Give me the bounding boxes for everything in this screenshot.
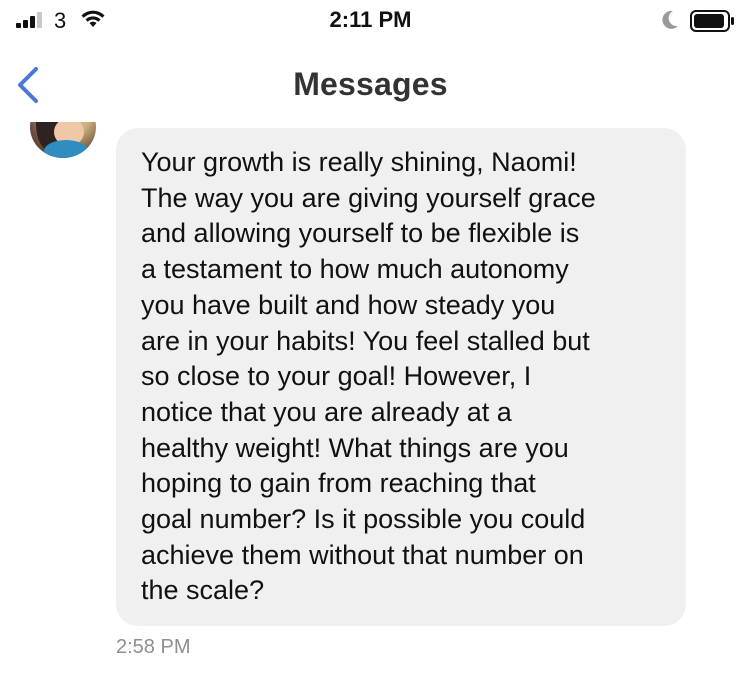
message-timestamp: 2:58 PM (116, 636, 191, 658)
page-title: Messages (293, 66, 448, 102)
avatar-shirt (44, 140, 88, 158)
moon-icon (662, 10, 678, 29)
status-bar: 3 2:11 PM (0, 0, 741, 42)
battery-icon (690, 10, 734, 32)
status-time: 2:11 PM (329, 7, 412, 32)
message-bubble[interactable]: Your growth is really shining, Naomi! Th… (116, 128, 686, 626)
message-text: Your growth is really shining, Naomi! Th… (141, 147, 596, 606)
nav-bar: Messages (0, 50, 741, 120)
